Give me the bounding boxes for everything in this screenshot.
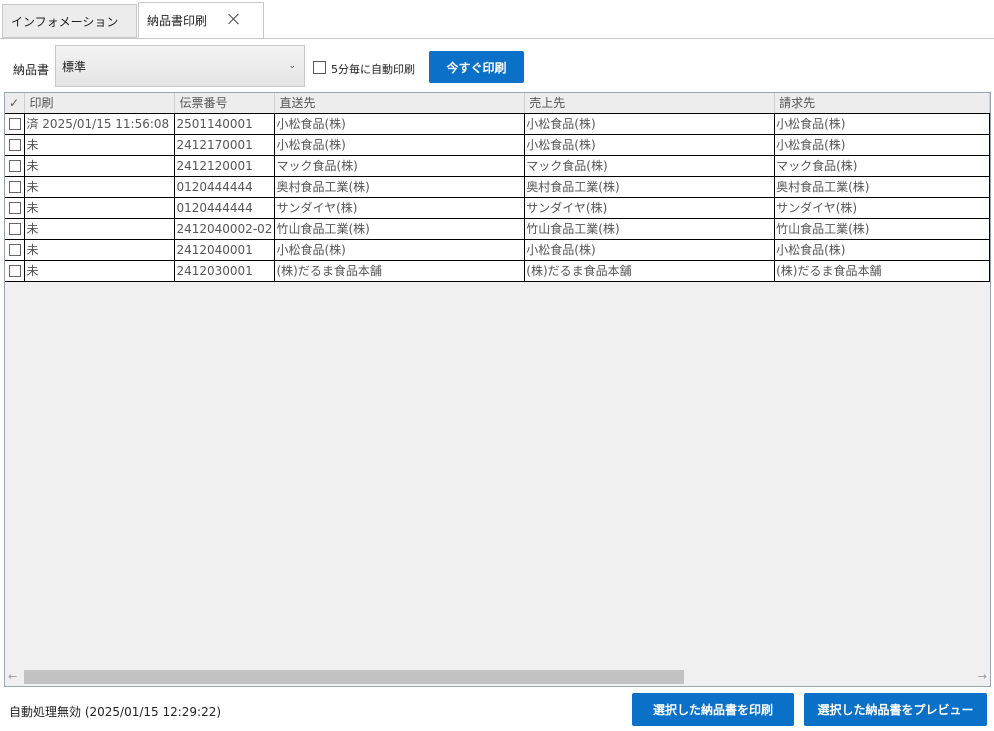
cell-slip-number: 2501140001 [174,113,276,135]
cell-print: 未 [24,218,176,240]
auto-print-label: 5分毎に自動印刷 [331,63,415,76]
cell-print: 未 [24,134,176,156]
header-bill-to[interactable]: 請求先 [774,93,990,114]
row-checkbox[interactable] [8,139,21,151]
header-print[interactable]: 印刷 [24,93,176,114]
cell-slip-number: 2412170001 [174,134,276,156]
chevron-down-icon: ⌄ [288,61,296,71]
cell-slip-number: 2412040002-02 [174,218,276,240]
cell-print: 未 [24,176,176,198]
tab-delivery-note-print[interactable]: 納品書印刷 [138,2,264,39]
cell-bill-to: 小松食品(株) [774,134,990,156]
cell-ship-to: 奥村食品工業(株) [274,176,526,198]
form-label: 納品書 [13,63,50,77]
cell-bill-to: 奥村食品工業(株) [774,176,990,198]
row-checkbox[interactable] [8,223,21,235]
tab-label: インフォメーション [11,14,119,29]
cell-ship-to: サンダイヤ(株) [274,197,526,219]
scroll-right-icon[interactable]: → [978,670,987,683]
row-checkbox-cell[interactable] [5,197,26,219]
table-row[interactable]: 未 0120444444 奥村食品工業(株) 奥村食品工業(株) 奥村食品工業(… [5,176,990,198]
cell-sold-to: 竹山食品工業(株) [524,218,776,240]
grid-table: ✓ 印刷 伝票番号 直送先 売上先 請求先 済 2025/01/15 11:56… [5,93,990,282]
header-ship-to[interactable]: 直送先 [274,93,526,114]
cell-bill-to: サンダイヤ(株) [774,197,990,219]
row-checkbox-cell[interactable] [5,260,26,282]
table-row[interactable]: 済 2025/01/15 11:56:08 2501140001 小松食品(株)… [5,113,990,135]
cell-ship-to: 小松食品(株) [274,239,526,261]
header-sold-to[interactable]: 売上先 [524,93,776,114]
table-row[interactable]: 未 2412040002-02 竹山食品工業(株) 竹山食品工業(株) 竹山食品… [5,218,990,240]
cell-print: 未 [24,260,176,282]
scroll-left-icon[interactable]: ← [8,670,17,683]
tab-divider [0,38,994,39]
cell-sold-to: マック食品(株) [524,155,776,177]
cell-bill-to: マック食品(株) [774,155,990,177]
row-checkbox[interactable] [8,265,21,277]
cell-ship-to: (株)だるま食品本舗 [274,260,526,282]
scrollbar-thumb[interactable] [24,670,684,684]
cell-slip-number: 0120444444 [174,176,276,198]
cell-sold-to: 奥村食品工業(株) [524,176,776,198]
cell-sold-to: 小松食品(株) [524,134,776,156]
cell-ship-to: マック食品(株) [274,155,526,177]
auto-print-checkbox[interactable] [313,61,326,74]
cell-slip-number: 0120444444 [174,197,276,219]
cell-sold-to: (株)だるま食品本舗 [524,260,776,282]
cell-print: 未 [24,197,176,219]
row-checkbox[interactable] [8,160,21,172]
row-checkbox-cell[interactable] [5,176,26,198]
table-row[interactable]: 未 0120444444 サンダイヤ(株) サンダイヤ(株) サンダイヤ(株) [5,197,990,219]
delivery-note-grid: ✓ 印刷 伝票番号 直送先 売上先 請求先 済 2025/01/15 11:56… [4,92,991,687]
table-row[interactable]: 未 2412040001 小松食品(株) 小松食品(株) 小松食品(株) [5,239,990,261]
header-check-column[interactable]: ✓ [5,93,26,114]
cell-ship-to: 小松食品(株) [274,113,526,135]
close-icon[interactable] [227,12,241,26]
cell-ship-to: 竹山食品工業(株) [274,218,526,240]
cell-sold-to: 小松食品(株) [524,113,776,135]
row-checkbox-cell[interactable] [5,134,26,156]
cell-bill-to: 竹山食品工業(株) [774,218,990,240]
row-checkbox[interactable] [8,118,21,130]
cell-slip-number: 2412120001 [174,155,276,177]
tab-information[interactable]: インフォメーション [2,4,137,38]
tab-label: 納品書印刷 [147,14,208,28]
cell-slip-number: 2412040001 [174,239,276,261]
cell-ship-to: 小松食品(株) [274,134,526,156]
row-checkbox-cell[interactable] [5,155,26,177]
print-selected-button[interactable]: 選択した納品書を印刷 [632,693,794,726]
table-row[interactable]: 未 2412120001 マック食品(株) マック食品(株) マック食品(株) [5,155,990,177]
preview-selected-button[interactable]: 選択した納品書をプレビュー [804,693,987,726]
form-select[interactable]: 標準 ⌄ [55,45,305,87]
status-text: 自動処理無効 (2025/01/15 12:29:22) [9,705,222,719]
form-select-value: 標準 [62,59,87,74]
cell-bill-to: (株)だるま食品本舗 [774,260,990,282]
row-checkbox[interactable] [8,244,21,256]
cell-sold-to: 小松食品(株) [524,239,776,261]
print-now-button[interactable]: 今すぐ印刷 [429,51,524,83]
cell-bill-to: 小松食品(株) [774,239,990,261]
row-checkbox-cell[interactable] [5,239,26,261]
tab-bar: インフォメーション 納品書印刷 [0,0,994,39]
cell-sold-to: サンダイヤ(株) [524,197,776,219]
cell-print: 済 2025/01/15 11:56:08 [24,113,176,135]
cell-slip-number: 2412030001 [174,260,276,282]
row-checkbox[interactable] [8,181,21,193]
cell-bill-to: 小松食品(株) [774,113,990,135]
row-checkbox-cell[interactable] [5,218,26,240]
cell-print: 未 [24,239,176,261]
table-row[interactable]: 未 2412030001 (株)だるま食品本舗 (株)だるま食品本舗 (株)だる… [5,260,990,282]
cell-print: 未 [24,155,176,177]
grid-header-row: ✓ 印刷 伝票番号 直送先 売上先 請求先 [5,93,990,114]
horizontal-scrollbar[interactable]: ← → [5,668,990,686]
table-row[interactable]: 未 2412170001 小松食品(株) 小松食品(株) 小松食品(株) [5,134,990,156]
row-checkbox[interactable] [8,202,21,214]
row-checkbox-cell[interactable] [5,113,26,135]
header-slip-number[interactable]: 伝票番号 [174,93,276,114]
